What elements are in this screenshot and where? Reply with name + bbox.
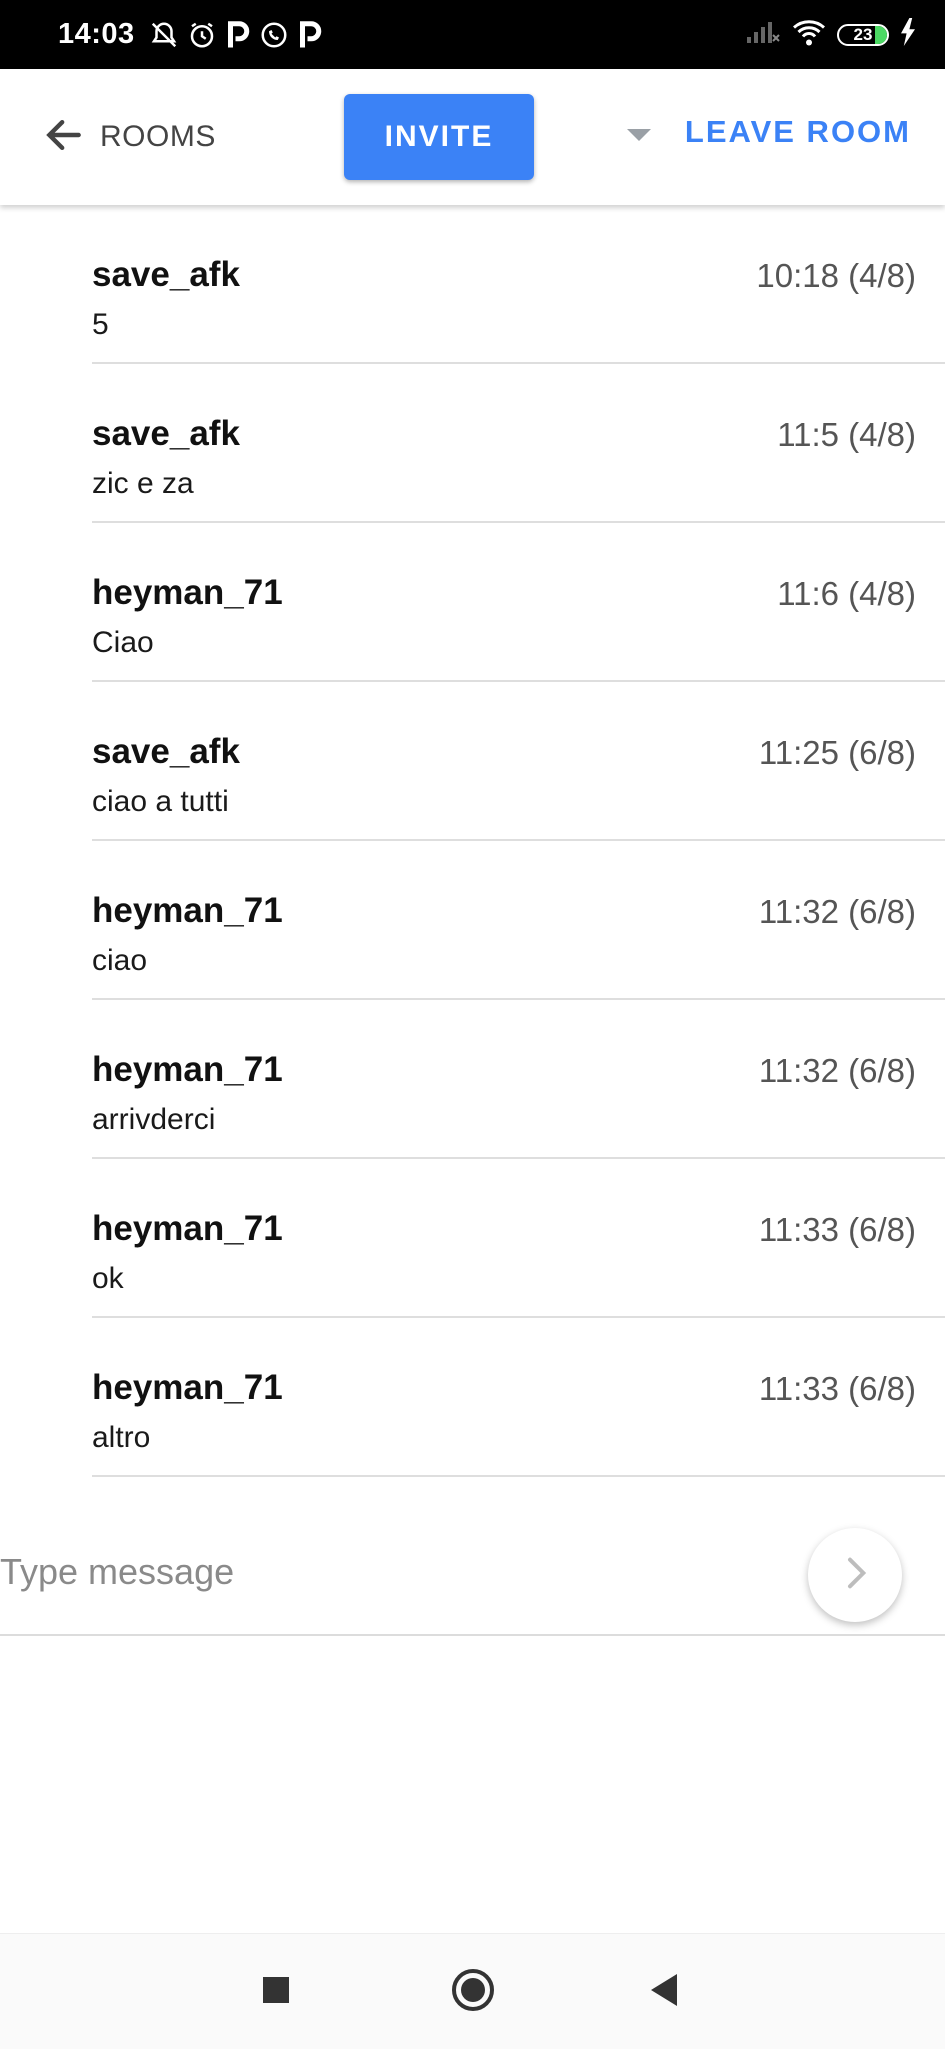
invite-button[interactable]: INVITE xyxy=(344,94,534,180)
message-sender: heyman_71 xyxy=(92,1050,283,1089)
arrow-left-icon xyxy=(42,113,86,162)
navigation-bar xyxy=(0,1933,945,2049)
divider xyxy=(92,1475,945,1477)
system-status-icons: 23 xyxy=(745,0,917,69)
message-list: save_afk 5 10:18 (4/8) save_afk zic e za… xyxy=(0,205,945,1477)
battery-level: 23 xyxy=(853,24,873,44)
message-item[interactable]: heyman_71 ciao 11:32 (6/8) xyxy=(0,841,945,1000)
wifi-icon xyxy=(791,17,827,52)
square-icon xyxy=(262,1976,290,2009)
app-header: ROOMS INVITE LEAVE ROOM xyxy=(0,69,945,205)
send-button[interactable] xyxy=(808,1528,902,1622)
message-sender: save_afk xyxy=(92,732,240,771)
message-text: ok xyxy=(92,1262,124,1295)
muted-bell-icon xyxy=(149,20,179,50)
message-item[interactable]: save_afk 5 10:18 (4/8) xyxy=(0,205,945,364)
charging-icon xyxy=(899,18,917,51)
leave-room-button[interactable]: LEAVE ROOM xyxy=(685,114,911,150)
message-timestamp: 11:25 (6/8) xyxy=(758,734,916,771)
p-app-icon xyxy=(297,20,323,50)
back-to-rooms-button[interactable]: ROOMS xyxy=(42,113,216,161)
message-timestamp: 11:32 (6/8) xyxy=(758,893,916,930)
chevron-right-icon xyxy=(835,1553,875,1598)
message-composer xyxy=(0,1498,945,1636)
message-timestamp: 11:5 (4/8) xyxy=(777,416,916,453)
message-sender: heyman_71 xyxy=(92,1209,283,1248)
recent-apps-button[interactable] xyxy=(252,1968,300,2016)
message-timestamp: 11:33 (6/8) xyxy=(758,1370,916,1407)
message-text: 5 xyxy=(92,308,109,341)
message-input[interactable] xyxy=(0,1540,780,1604)
message-text: altro xyxy=(92,1421,151,1454)
signal-icon xyxy=(745,19,781,50)
back-button[interactable] xyxy=(640,1968,688,2016)
message-timestamp: 11:33 (6/8) xyxy=(758,1211,916,1248)
status-time: 14:03 xyxy=(58,18,135,50)
status-bar: 14:03 23 xyxy=(0,0,945,69)
alarm-icon xyxy=(187,20,217,50)
message-item[interactable]: save_afk zic e za 11:5 (4/8) xyxy=(0,364,945,523)
rooms-label: ROOMS xyxy=(100,120,216,153)
message-sender: heyman_71 xyxy=(92,891,283,930)
message-text: ciao xyxy=(92,944,148,977)
p-app-icon xyxy=(225,20,251,50)
message-text: Ciao xyxy=(92,626,154,659)
message-item[interactable]: heyman_71 Ciao 11:6 (4/8) xyxy=(0,523,945,682)
message-item[interactable]: heyman_71 arrivderci 11:32 (6/8) xyxy=(0,1000,945,1159)
battery-icon: 23 xyxy=(837,23,889,46)
message-item[interactable]: save_afk ciao a tutti 11:25 (6/8) xyxy=(0,682,945,841)
message-text: zic e za xyxy=(92,467,194,500)
message-sender: save_afk xyxy=(92,414,240,453)
notification-icons xyxy=(149,20,323,50)
caret-down-icon[interactable] xyxy=(627,129,651,141)
whatsapp-icon xyxy=(259,20,289,50)
message-sender: heyman_71 xyxy=(92,1368,283,1407)
message-timestamp: 10:18 (4/8) xyxy=(756,257,916,294)
message-item[interactable]: heyman_71 altro 11:33 (6/8) xyxy=(0,1318,945,1477)
message-sender: heyman_71 xyxy=(92,573,283,612)
message-timestamp: 11:32 (6/8) xyxy=(758,1052,916,1089)
circle-icon xyxy=(451,1968,495,2017)
message-item[interactable]: heyman_71 ok 11:33 (6/8) xyxy=(0,1159,945,1318)
message-sender: save_afk xyxy=(92,255,240,294)
message-timestamp: 11:6 (4/8) xyxy=(777,575,916,612)
triangle-back-icon xyxy=(649,1973,679,2012)
message-text: ciao a tutti xyxy=(92,785,229,818)
message-text: arrivderci xyxy=(92,1103,216,1136)
home-button[interactable] xyxy=(449,1968,497,2016)
